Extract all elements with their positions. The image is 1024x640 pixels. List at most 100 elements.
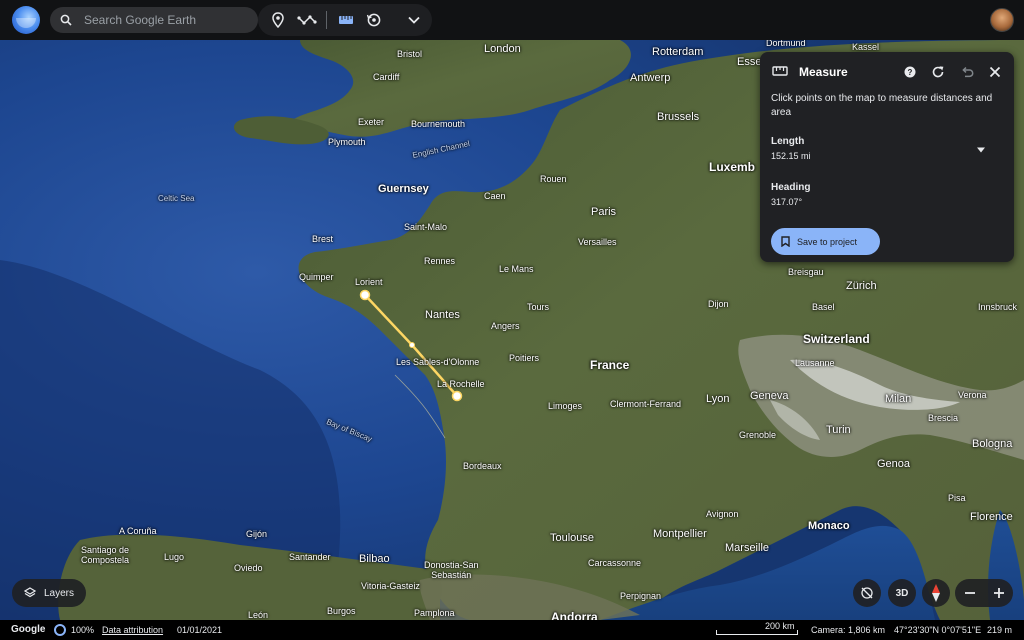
map-label: Lorient — [355, 277, 383, 287]
undo-icon[interactable] — [958, 63, 976, 81]
map-label: Breisgau — [788, 267, 824, 277]
measure-instructions: Click points on the map to measure dista… — [771, 93, 993, 118]
map-label: Andorra — [551, 610, 598, 620]
map-label: Kassel — [852, 42, 880, 52]
ruler-icon — [772, 66, 788, 76]
layers-label: Layers — [44, 587, 75, 599]
unit-dropdown[interactable] — [973, 142, 989, 158]
map-label: Genoa — [877, 458, 911, 470]
map-label: León — [248, 610, 269, 620]
map-label: Florence — [970, 511, 1013, 523]
toggle-3d-button[interactable]: 3D — [888, 579, 916, 607]
map-label: Verona — [958, 390, 987, 400]
map-label: Lugo — [164, 552, 185, 562]
ruler-icon[interactable] — [334, 8, 358, 32]
length-value: 152.15 mi — [771, 151, 811, 161]
map-label: Grenoble — [739, 430, 777, 440]
search-box[interactable] — [50, 7, 258, 33]
map-label: Innsbruck — [978, 302, 1018, 312]
close-icon[interactable] — [986, 63, 1004, 81]
search-input[interactable] — [84, 13, 244, 27]
map-label: La Rochelle — [437, 379, 485, 389]
bookmark-icon — [781, 236, 790, 247]
heading-value: 317.07° — [771, 197, 803, 207]
map-label: Poitiers — [509, 353, 540, 363]
map-label: Nantes — [425, 309, 460, 321]
measure-start-point[interactable] — [359, 289, 371, 301]
map-label: A Coruña — [119, 526, 157, 536]
map-label: France — [590, 358, 630, 372]
load-percent: 100% — [71, 625, 95, 635]
zoom-controls — [955, 579, 1013, 607]
map-label: Cardiff — [373, 72, 400, 82]
map-label: Pisa — [948, 493, 966, 503]
map-label: Celtic Sea — [158, 194, 195, 203]
map-label: Guernsey — [378, 183, 429, 195]
map-label: Les Sables-d'Olonne — [396, 357, 480, 367]
refresh-icon[interactable] — [929, 63, 947, 81]
account-avatar[interactable] — [990, 8, 1014, 32]
map-label: Turin — [826, 424, 851, 436]
map-label: Burgos — [327, 606, 356, 616]
minus-icon — [964, 592, 975, 594]
map-label: Vitoria-Gasteiz — [361, 581, 420, 591]
map-label: Oviedo — [234, 563, 263, 573]
map-label: Montpellier — [653, 528, 707, 540]
map-label: Avignon — [706, 509, 739, 519]
data-attribution-link[interactable]: Data attribution — [102, 625, 163, 635]
google-wordmark: Google — [11, 624, 46, 635]
map-label: Bordeaux — [463, 461, 502, 471]
measure-panel-header: Measure ? — [760, 52, 1014, 90]
map-label: Exeter — [358, 117, 385, 127]
map-label: Le Mans — [499, 264, 534, 274]
measure-mid-point[interactable] — [409, 342, 415, 348]
toolbar-divider — [326, 11, 327, 29]
place-marker-icon[interactable] — [266, 8, 290, 32]
loading-indicator-icon — [54, 624, 66, 636]
map-label: Pamplona — [414, 608, 455, 618]
map-label: Lausanne — [795, 358, 835, 368]
save-to-project-label: Save to project — [797, 236, 858, 247]
map-label: Rennes — [424, 256, 456, 266]
google-earth-logo[interactable] — [12, 6, 40, 34]
map-label: Paris — [591, 206, 617, 218]
map-label: Bristol — [397, 49, 423, 59]
map-label: Monaco — [808, 520, 850, 532]
compass-button[interactable] — [922, 579, 950, 607]
map-label: Antwerp — [630, 72, 671, 84]
measure-panel: Measure ? Click points on the map to mea… — [760, 52, 1014, 262]
measure-panel-title: Measure — [799, 65, 848, 79]
history-icon[interactable] — [362, 8, 386, 32]
cursor-coordinates: 47°23'30"N 0°07'51"E — [894, 625, 982, 635]
cursor-elevation: 219 m — [987, 625, 1013, 635]
map-label: Carcassonne — [588, 558, 642, 568]
save-to-project-button[interactable]: Save to project — [771, 228, 880, 255]
map-label: Rouen — [540, 174, 567, 184]
map-label: Tours — [527, 302, 550, 312]
status-bar: Google 100% Data attribution 01/01/2021 … — [0, 620, 1024, 640]
map-label: Basel — [812, 302, 835, 312]
map-label: Santander — [289, 552, 331, 562]
layers-button[interactable]: Layers — [12, 579, 86, 607]
help-icon[interactable]: ? — [901, 63, 919, 81]
map-label: Toulouse — [550, 532, 595, 544]
map-label: Dortmund — [766, 40, 806, 48]
map-label: Versailles — [578, 237, 617, 247]
map-label: Switzerland — [803, 332, 870, 346]
zoom-in-button[interactable] — [984, 579, 1013, 607]
caret-down-icon — [977, 147, 985, 153]
svg-text:?: ? — [908, 68, 913, 77]
length-label: Length — [771, 136, 805, 147]
street-view-off-button[interactable] — [853, 579, 881, 607]
draw-path-icon[interactable] — [295, 8, 319, 32]
map-label: Saint-Malo — [404, 222, 448, 232]
map-label: Brescia — [928, 413, 959, 423]
map-label: Caen — [484, 191, 506, 201]
chevron-down-icon[interactable] — [402, 8, 426, 32]
map-label: Bournemouth — [411, 119, 466, 129]
zoom-out-button[interactable] — [955, 579, 984, 607]
map-label: Milan — [885, 393, 912, 405]
map-label: Dijon — [708, 299, 729, 309]
measure-end-point[interactable] — [451, 390, 463, 402]
plus-icon — [993, 588, 1004, 598]
